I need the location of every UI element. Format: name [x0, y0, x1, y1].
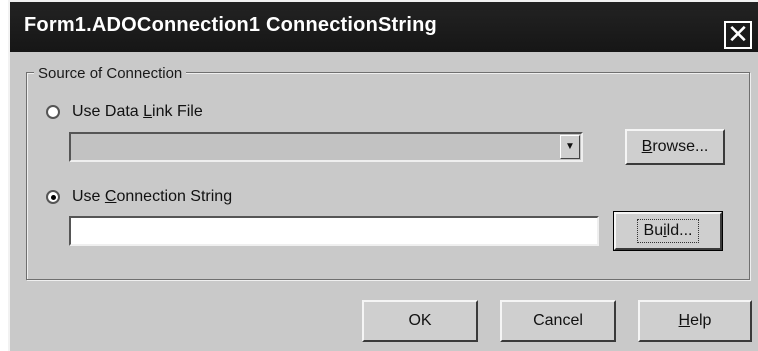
dialog-title: Form1.ADOConnection1 ConnectionString [24, 14, 437, 36]
connection-string-radio[interactable] [46, 190, 60, 204]
build-label: Build... [636, 219, 700, 243]
build-button[interactable]: Build... [613, 211, 723, 251]
ok-label: OK [408, 312, 432, 329]
browse-label: Browse... [641, 138, 709, 155]
title-bar: Form1.ADOConnection1 ConnectionString ✕ [10, 2, 758, 52]
data-link-radio-row[interactable]: Use Data Link File [46, 103, 203, 121]
help-label: Help [678, 312, 712, 329]
connection-string-dialog: Form1.ADOConnection1 ConnectionString ✕ … [8, 0, 758, 351]
chevron-down-icon[interactable]: ▼ [560, 135, 580, 159]
group-label: Source of Connection [34, 65, 187, 82]
connection-string-label: Use Connection String [72, 188, 233, 205]
browse-button[interactable]: Browse... [625, 129, 725, 165]
connection-string-radio-row[interactable]: Use Connection String [46, 188, 232, 206]
data-link-radio[interactable] [46, 105, 60, 119]
cancel-label: Cancel [533, 312, 583, 329]
ok-button[interactable]: OK [362, 300, 478, 342]
cancel-button[interactable]: Cancel [500, 300, 616, 342]
data-link-label: Use Data Link File [72, 103, 203, 120]
data-link-file-combo[interactable]: ▼ [69, 132, 583, 162]
help-button[interactable]: Help [638, 300, 752, 342]
connection-string-input[interactable] [69, 216, 599, 246]
close-icon[interactable]: ✕ [724, 21, 752, 49]
